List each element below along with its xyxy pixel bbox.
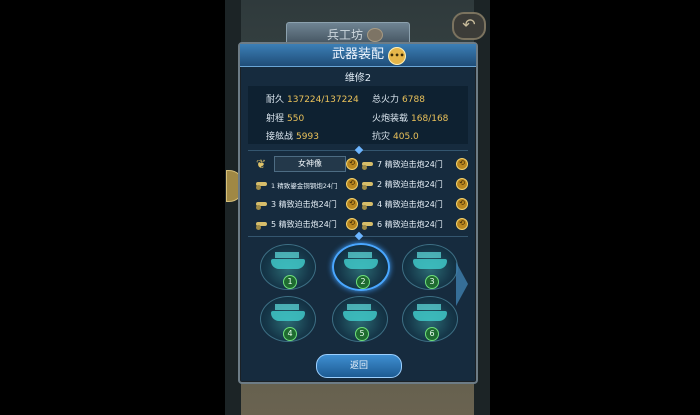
ship-hull [271,311,305,321]
ship-hull [344,259,378,269]
ship-hull [413,311,447,321]
stats-box: 耐久 137224/137224 总火力 6788 射程 550 火炮装载 168/16… [248,86,468,144]
ship-slot-selected[interactable]: 2 [332,243,390,291]
cannon-icon [360,157,376,171]
stat-range: 射程 550 [266,114,305,124]
ship-number-badge: 1 [283,275,297,289]
ship-number-badge: 6 [425,327,439,341]
ship-deck [417,304,441,310]
back-arrow-icon[interactable]: ↶ [452,12,486,40]
cannon-icon [254,177,270,191]
stat-durability: 耐久 137224/137224 [266,95,359,105]
ship-deck [347,304,371,310]
ship-number-badge: 5 [355,327,369,341]
ship-deck [275,252,299,258]
panel-title: 武器装配 [331,47,384,62]
stat-total-firepower: 总火力 6788 [372,95,425,105]
slot-4-label[interactable]: 4 精致迫击炮24门 [377,199,443,210]
slot-3-label[interactable]: 3 精致迫击炮24门 [271,199,337,210]
ship-number-badge: 4 [283,327,297,341]
ship-deck [348,252,372,258]
ship-slot[interactable]: 6 [402,296,458,342]
weapon-equip-panel: 武器装配 ••• 维修2 耐久 137224/137224 总火力 6788 射程 5… [238,42,478,384]
divider-gem-icon [354,145,364,155]
workshop-tab-label: 兵工坊 [327,28,364,42]
ship-slot[interactable]: 1 [260,244,316,290]
cannon-icon [360,177,376,191]
ship-number-badge: 3 [425,275,439,289]
ship-deck [275,304,299,310]
slot-6-label[interactable]: 6 精致迫击炮24门 [377,219,443,230]
ship-slot[interactable]: 5 [332,296,388,342]
ship-hull [343,311,377,321]
ship-name: 维修2 [344,73,372,84]
wing-icon: ❦ [256,157,267,171]
next-page-arrow-icon[interactable] [456,262,468,306]
cannon-icon [360,217,376,231]
stat-cannon-load: 火炮装载 168/168 [372,114,449,124]
ship-deck [417,252,441,258]
return-button[interactable]: 返回 [316,354,402,378]
swap-icon[interactable]: ⟲ [346,198,358,210]
swap-icon[interactable]: ⟲ [456,198,468,210]
ship-slot[interactable]: 3 [402,244,458,290]
help-icon[interactable]: ••• [388,47,406,65]
chat-icon[interactable] [367,28,383,42]
stat-disaster-resist: 抗灾 405.0 [372,132,419,142]
slot-2-label[interactable]: 2 精致迫击炮24门 [377,179,443,190]
cannon-icon [360,197,376,211]
swap-icon[interactable]: ⟲ [346,158,358,170]
slot-7-label[interactable]: 7 精致迫击炮24门 [377,159,443,170]
ship-hull [271,259,305,269]
ship-hull [413,259,447,269]
ship-slot[interactable]: 4 [260,296,316,342]
swap-icon[interactable]: ⟲ [456,218,468,230]
stat-boarding: 接舷战 5993 [266,132,319,142]
divider-gem-icon [354,231,364,241]
fleet-ship-grid: 1 2 3 4 5 6 [250,240,466,344]
swap-icon[interactable]: ⟲ [456,158,468,170]
swap-icon[interactable]: ⟲ [456,178,468,190]
cannon-icon [254,217,270,231]
cannon-icon [254,197,270,211]
swap-icon[interactable]: ⟲ [346,218,358,230]
figurehead-slot[interactable]: 女神像 [274,156,346,172]
swap-icon[interactable]: ⟲ [346,178,358,190]
slot-5-label[interactable]: 5 精致迫击炮24门 [271,219,337,230]
slot-1-label[interactable]: 1 精致鎏金铜钢炮24门 [271,180,337,190]
ship-number-badge: 2 [356,275,370,289]
